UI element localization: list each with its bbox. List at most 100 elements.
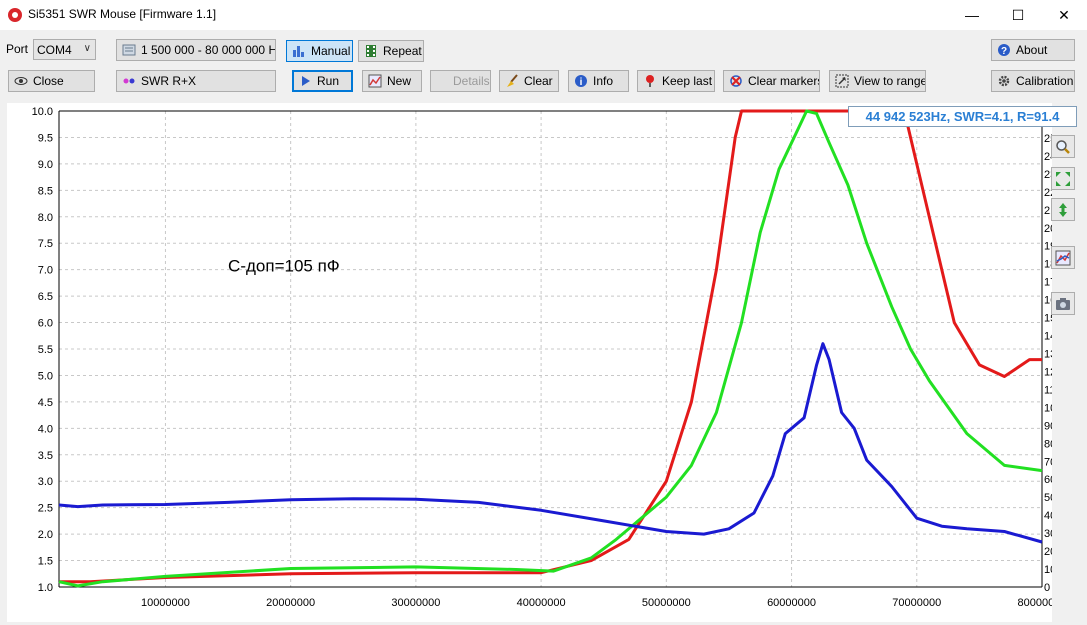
y-left-tick-label: 10.0 <box>32 106 53 118</box>
screenshot-button[interactable] <box>1051 292 1075 315</box>
film-icon <box>366 45 376 57</box>
keep-last-label: Keep last <box>662 74 713 88</box>
close-window-button[interactable]: ✕ <box>1041 0 1087 30</box>
y-right-tick-label: 80 <box>1044 438 1052 450</box>
zoom-icon <box>1056 140 1070 154</box>
y-left-tick-label: 3.0 <box>38 476 53 488</box>
close-button[interactable]: Close <box>8 70 95 92</box>
clear-markers-button[interactable]: Clear markers <box>723 70 820 92</box>
info-label: Info <box>593 74 614 88</box>
y-right-tick-label: 200 <box>1044 223 1052 235</box>
details-button[interactable]: Details <box>430 70 491 92</box>
y-right-tick-label: 60 <box>1044 474 1052 486</box>
keep-last-button[interactable]: Keep last <box>637 70 715 92</box>
y-right-tick-label: 20 <box>1044 546 1052 558</box>
y-left-tick-label: 7.0 <box>38 265 53 277</box>
y-right-tick-label: 0 <box>1044 582 1050 594</box>
expand-icon <box>835 74 849 88</box>
range-button[interactable]: 1 500 000 - 80 000 000 Hz <box>116 39 276 61</box>
new-label: New <box>387 74 412 88</box>
manual-label: Manual <box>311 44 351 58</box>
y-right-tick-label: 170 <box>1044 277 1052 289</box>
y-left-tick-label: 1.5 <box>38 556 53 568</box>
y-left-tick-label: 2.5 <box>38 503 53 515</box>
info-icon: i <box>575 75 587 88</box>
x-tick-label: 70000000 <box>892 597 941 609</box>
new-button[interactable]: New <box>362 70 422 92</box>
y-left-tick-label: 4.5 <box>38 397 53 409</box>
range-icon <box>122 44 136 56</box>
y-right-tick-label: 130 <box>1044 348 1052 360</box>
y-right-tick-label: 30 <box>1044 528 1052 540</box>
close-label: Close <box>33 74 64 88</box>
gear-icon <box>998 75 1010 87</box>
calibration-button[interactable]: Calibration <box>991 70 1075 92</box>
chevron-down-icon: ∨ <box>83 43 91 54</box>
mode-button[interactable]: SWR R+X <box>116 70 276 92</box>
vertical-scale-icon <box>1059 203 1067 217</box>
y-right-tick-label: 120 <box>1044 366 1052 378</box>
clear-label: Clear <box>524 74 553 88</box>
bar-chart-icon <box>293 46 304 57</box>
info-button[interactable]: i Info <box>568 70 629 92</box>
view-to-range-button[interactable]: View to range <box>829 70 926 92</box>
clear-button[interactable]: Clear <box>499 70 559 92</box>
x-tick-label: 30000000 <box>391 597 440 609</box>
fit-icon <box>1056 172 1070 186</box>
x-tick-label: 20000000 <box>266 597 315 609</box>
repeat-label: Repeat <box>383 44 422 58</box>
zoom-button[interactable] <box>1051 135 1075 158</box>
vertical-scale-button[interactable] <box>1051 198 1075 221</box>
y-left-tick-label: 2.0 <box>38 529 53 541</box>
broom-icon <box>507 74 518 87</box>
new-chart-icon <box>368 74 382 88</box>
y-left-tick-label: 6.5 <box>38 291 53 303</box>
dots-icon <box>123 78 135 84</box>
view-to-range-label: View to range <box>854 74 926 88</box>
x-tick-label: 10000000 <box>141 597 190 609</box>
y-left-tick-label: 1.0 <box>38 582 53 594</box>
y-left-tick-label: 5.5 <box>38 344 53 356</box>
calibration-label: Calibration <box>1016 74 1074 88</box>
y-right-tick-label: 90 <box>1044 420 1052 432</box>
y-right-tick-label: 100 <box>1044 402 1052 414</box>
y-left-tick-label: 3.5 <box>38 450 53 462</box>
pin-icon <box>646 75 654 87</box>
minimize-button[interactable]: — <box>949 0 995 30</box>
series-line-3 <box>58 342 1043 544</box>
chart-style-button[interactable] <box>1051 246 1075 269</box>
x-tick-label: 40000000 <box>517 597 566 609</box>
y-left-tick-label: 7.5 <box>38 238 53 250</box>
swr-chart[interactable]: 1.0 1.5 2.0 2.5 3.0 3.5 4.0 4.5 5.0 5.5 6.0 6.5 7.0 7… <box>7 103 1067 622</box>
x-tick-label: 60000000 <box>767 597 816 609</box>
fit-button[interactable] <box>1051 167 1075 190</box>
repeat-button[interactable]: Repeat <box>358 40 424 62</box>
help-icon: ? <box>998 44 1010 57</box>
svg-text:?: ? <box>1001 46 1007 57</box>
about-label: About <box>1016 43 1048 57</box>
y-right-tick-label: 40 <box>1044 510 1052 522</box>
remove-markers-icon <box>730 75 742 87</box>
plot-area[interactable]: 1.0 1.5 2.0 2.5 3.0 3.5 4.0 4.5 5.0 5.5 6.0 6.5 7.0 7… <box>7 103 1067 622</box>
maximize-button[interactable]: ☐ <box>995 0 1041 30</box>
about-button[interactable]: ? About <box>991 39 1075 61</box>
y-right-tick-label: 10 <box>1044 564 1052 576</box>
mode-label: SWR R+X <box>141 74 197 88</box>
port-select[interactable]: COM4 ∨ <box>33 39 96 60</box>
details-label: Details <box>453 74 490 88</box>
y-left-tick-label: 4.0 <box>38 423 53 435</box>
y-left-tick-label: 8.5 <box>38 185 53 197</box>
app-icon <box>8 8 22 22</box>
clear-markers-label: Clear markers <box>748 74 820 88</box>
y-right-tick-label: 70 <box>1044 456 1052 468</box>
play-icon <box>302 76 310 86</box>
y-left-tick-label: 9.0 <box>38 159 53 171</box>
marker-readout: 44 942 523Hz, SWR=4.1, R=91.4 <box>848 106 1077 127</box>
y-right-tick-label: 110 <box>1044 384 1052 396</box>
run-button[interactable]: Run <box>292 70 353 92</box>
camera-icon <box>1056 298 1070 310</box>
manual-button[interactable]: Manual <box>286 40 353 62</box>
y-right-tick-label: 50 <box>1044 492 1052 504</box>
x-tick-label: 80000000 <box>1018 597 1052 609</box>
capacitance-annotation: С-доп=105 пФ <box>228 257 340 276</box>
